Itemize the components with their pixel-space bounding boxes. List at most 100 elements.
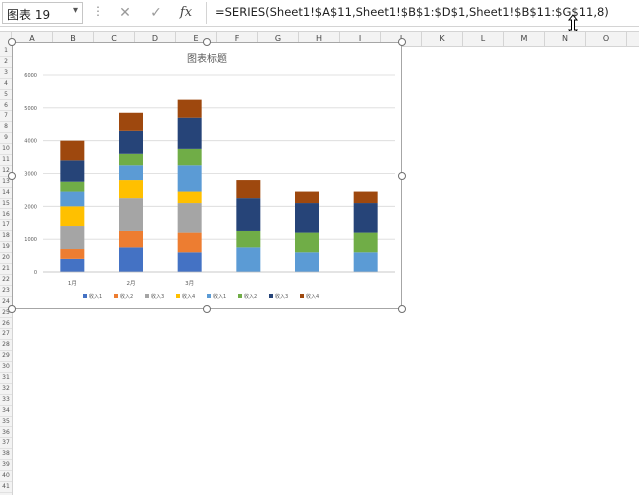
legend-label[interactable]: 收入4 (306, 293, 319, 300)
bar-segment[interactable] (119, 165, 143, 181)
row-header-35[interactable]: 35 (0, 417, 12, 428)
row-header-1[interactable]: 1 (0, 46, 12, 57)
row-header-30[interactable]: 30 (0, 362, 12, 373)
check-icon[interactable]: ✓ (146, 3, 166, 23)
handle-left[interactable] (8, 172, 16, 180)
bar-segment[interactable] (295, 191, 319, 204)
row-header-28[interactable]: 28 (0, 340, 12, 352)
row-header-8[interactable]: 8 (0, 122, 12, 134)
bar-segment[interactable] (353, 232, 378, 253)
bar-segment[interactable] (295, 232, 319, 253)
row-header-27[interactable]: 27 (0, 329, 12, 341)
row-header-41[interactable]: 41 (0, 482, 12, 493)
row-header-6[interactable]: 6 (0, 101, 12, 112)
row-header-32[interactable]: 32 (0, 384, 12, 395)
bar-segment[interactable] (119, 230, 143, 248)
bar-segment[interactable] (353, 203, 378, 233)
row-header-33[interactable]: 33 (0, 395, 12, 406)
bar-segment[interactable] (177, 148, 202, 166)
row-header-23[interactable]: 23 (0, 286, 12, 297)
column-header-o[interactable]: O (586, 32, 627, 46)
legend-swatch[interactable] (176, 294, 180, 298)
bar-segment[interactable] (60, 181, 85, 192)
row-header-20[interactable]: 20 (0, 253, 12, 264)
row-header-36[interactable]: 36 (0, 428, 12, 439)
chart-title[interactable]: 图表标题 (187, 52, 227, 65)
bar-segment[interactable] (60, 206, 85, 227)
row-header-7[interactable]: 7 (0, 111, 12, 123)
row-header-39[interactable]: 39 (0, 460, 12, 472)
bar-segment[interactable] (119, 153, 143, 166)
legend-swatch[interactable] (300, 294, 304, 298)
legend-swatch[interactable] (238, 294, 242, 298)
bar-segment[interactable] (119, 247, 143, 272)
bar-segment[interactable] (119, 130, 143, 154)
bar-segment[interactable] (236, 247, 261, 272)
bar-segment[interactable] (119, 180, 143, 199)
chart-area[interactable]: 图表标题 0 1000 2000 3000 4000 5000 6000 1月 2月 3月 收入1 收… (12, 42, 402, 309)
bar-segment[interactable] (119, 198, 143, 231)
bar-segment[interactable] (353, 252, 378, 272)
legend-swatch[interactable] (207, 294, 211, 298)
bar-segment[interactable] (177, 117, 202, 149)
handle-top-left[interactable] (8, 38, 16, 46)
bar-segment[interactable] (60, 258, 85, 272)
bar-segment[interactable] (236, 230, 261, 248)
bar-segment[interactable] (60, 191, 85, 207)
handle-top[interactable] (203, 38, 211, 46)
bar-segment[interactable] (177, 165, 202, 192)
handle-right[interactable] (398, 172, 406, 180)
row-header-15[interactable]: 15 (0, 199, 12, 210)
bar-segment[interactable] (353, 191, 378, 204)
legend-label[interactable]: 收入3 (275, 293, 288, 300)
chevron-down-icon[interactable]: ▾ (73, 5, 78, 16)
bar-segment[interactable] (177, 191, 202, 204)
row-header-11[interactable]: 11 (0, 155, 12, 166)
column-header-k[interactable]: K (422, 32, 463, 46)
row-header-10[interactable]: 10 (0, 144, 12, 155)
row-header-5[interactable]: 5 (0, 90, 12, 101)
row-header-22[interactable]: 22 (0, 275, 12, 286)
bar-segment[interactable] (119, 112, 143, 131)
row-header-18[interactable]: 18 (0, 231, 12, 243)
legend-swatch[interactable] (145, 294, 149, 298)
name-box[interactable]: 图表 19 ▾ (2, 2, 83, 24)
handle-bottom[interactable] (203, 305, 211, 313)
row-header-40[interactable]: 40 (0, 471, 12, 482)
bar-segment[interactable] (295, 252, 319, 272)
handle-bottom-right[interactable] (398, 305, 406, 313)
row-header-14[interactable]: 14 (0, 188, 12, 199)
column-header-l[interactable]: L (463, 32, 504, 46)
legend-label[interactable]: 收入4 (182, 293, 195, 300)
row-header-2[interactable]: 2 (0, 57, 12, 68)
row-header-38[interactable]: 38 (0, 449, 12, 461)
legend-label[interactable]: 收入2 (244, 293, 257, 300)
row-header-34[interactable]: 34 (0, 406, 12, 417)
handle-top-right[interactable] (398, 38, 406, 46)
bar-segment[interactable] (177, 99, 202, 118)
row-header-16[interactable]: 16 (0, 210, 12, 221)
legend-label[interactable]: 收入3 (151, 293, 164, 300)
row-header-4[interactable]: 4 (0, 79, 12, 90)
column-header-n[interactable]: N (545, 32, 586, 46)
close-icon[interactable]: ✕ (115, 3, 135, 23)
bar-segment[interactable] (177, 252, 202, 272)
row-header-37[interactable]: 37 (0, 438, 12, 450)
legend-label[interactable]: 收入2 (120, 293, 133, 300)
bar-segment[interactable] (295, 203, 319, 233)
row-header-31[interactable]: 31 (0, 373, 12, 384)
bar-segment[interactable] (60, 249, 85, 259)
row-header-9[interactable]: 9 (0, 133, 12, 145)
column-header-m[interactable]: M (504, 32, 545, 46)
handle-bottom-left[interactable] (8, 305, 16, 313)
legend-swatch[interactable] (114, 294, 118, 298)
bar-segment[interactable] (177, 203, 202, 233)
bar-segment[interactable] (236, 180, 261, 199)
bar-segment[interactable] (60, 226, 85, 250)
stacked-bar-chart[interactable]: 图表标题 0 1000 2000 3000 4000 5000 6000 1月 2月 3月收入1 收… (13, 43, 401, 308)
bar-segment[interactable] (236, 198, 261, 231)
bar-segment[interactable] (60, 140, 85, 161)
bar-segment[interactable] (177, 232, 202, 253)
legend-swatch[interactable] (269, 294, 273, 298)
row-header-29[interactable]: 29 (0, 351, 12, 363)
